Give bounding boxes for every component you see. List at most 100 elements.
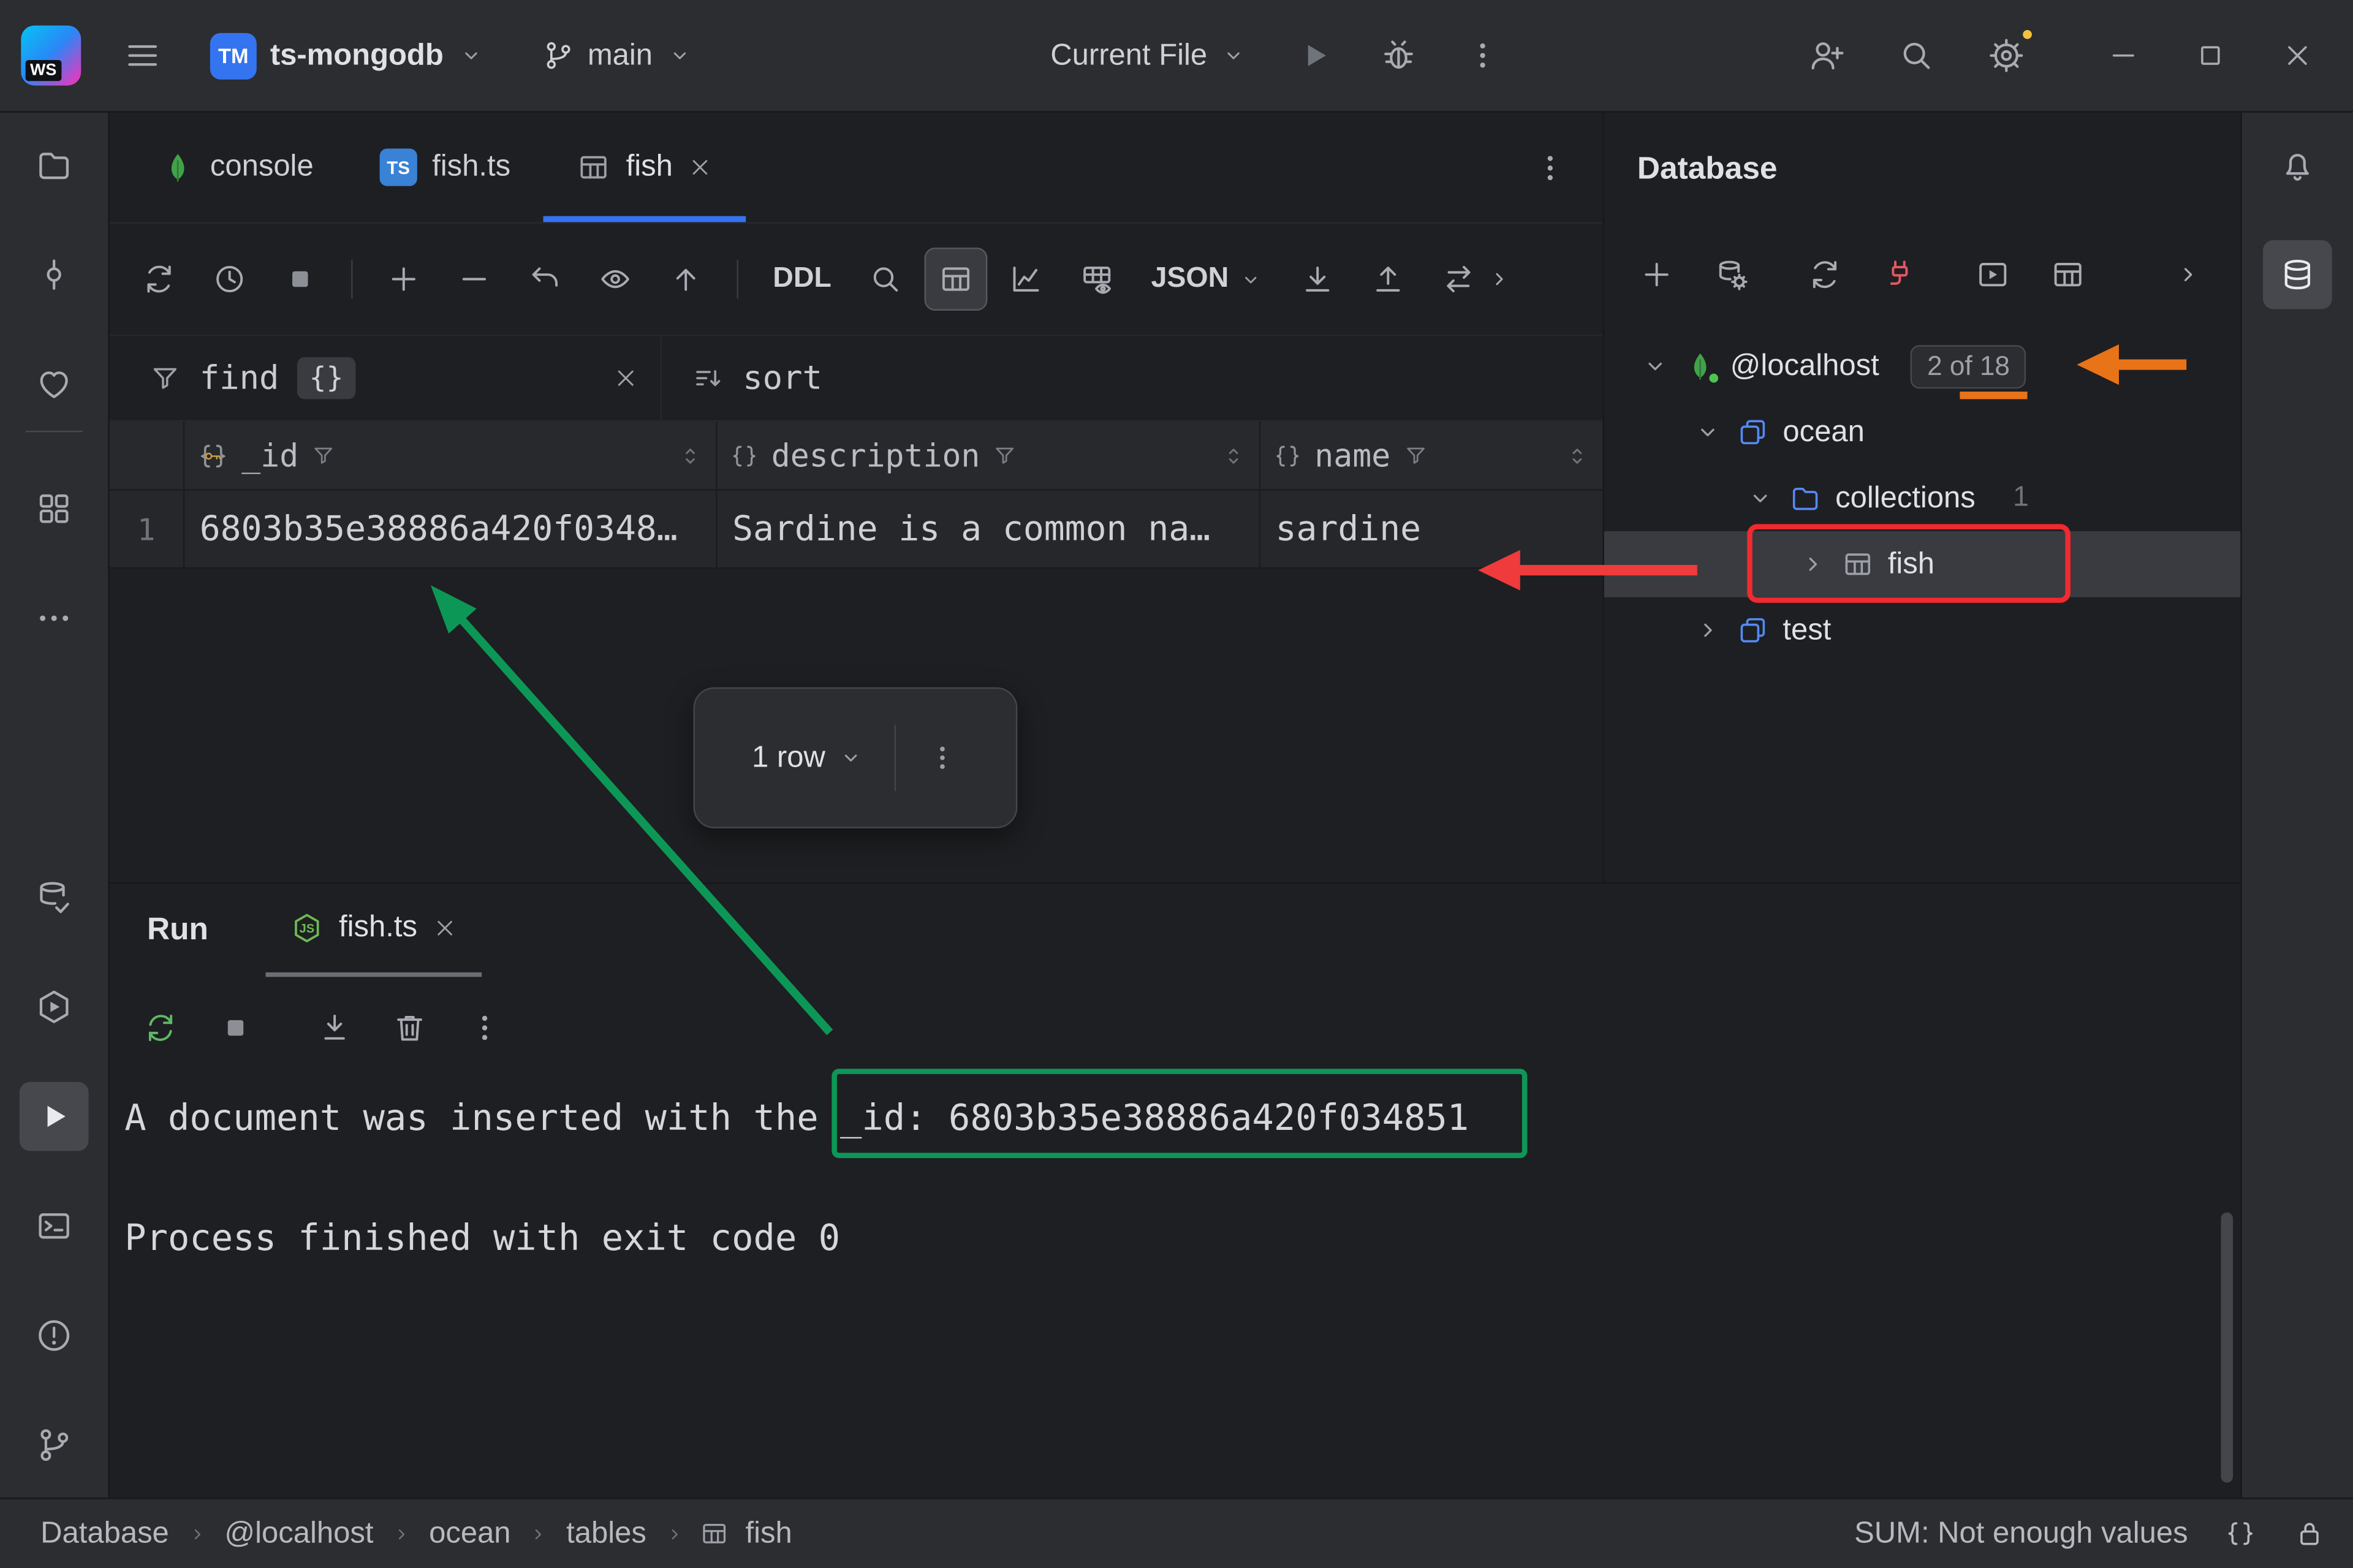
breadcrumb-ocean[interactable]: ocean: [426, 1513, 513, 1554]
tree-item-test[interactable]: test: [1604, 597, 2240, 664]
cell-id[interactable]: 6803b35e38886a420f0348…: [184, 491, 717, 567]
lock-icon[interactable]: [2293, 1517, 2326, 1550]
jump-to-console-button[interactable]: [1961, 243, 2025, 306]
main-menu-button[interactable]: [108, 21, 177, 90]
clear-output-button[interactable]: [377, 995, 443, 1061]
notifications-button[interactable]: [2263, 131, 2332, 200]
column-filter-icon[interactable]: [311, 442, 336, 468]
filter-section[interactable]: find {}: [110, 336, 662, 420]
console-scrollbar[interactable]: [2221, 1213, 2233, 1483]
stop-query-button[interactable]: [268, 248, 332, 311]
column-filter-icon[interactable]: [992, 442, 1018, 468]
reload-data-button[interactable]: [127, 248, 191, 311]
debug-button[interactable]: [1365, 21, 1434, 90]
chevron-down-icon[interactable]: [1640, 351, 1670, 381]
scroll-to-end-button[interactable]: [301, 995, 368, 1061]
run-tool-button[interactable]: [20, 1082, 89, 1151]
toolbar-overflow-button[interactable]: [1482, 248, 1515, 311]
project-tool-button[interactable]: [20, 131, 89, 200]
terminal-tool-button[interactable]: [20, 1191, 89, 1260]
services-tool-button[interactable]: [20, 972, 89, 1042]
settings-button[interactable]: [1972, 21, 2041, 90]
query-history-button[interactable]: [198, 248, 261, 311]
maximize-button[interactable]: [2176, 21, 2245, 90]
datasource-properties-button[interactable]: [1700, 243, 1764, 306]
cell-name[interactable]: sardine: [1260, 491, 1602, 567]
compare-button[interactable]: [1427, 248, 1490, 311]
sort-arrows-icon[interactable]: [1564, 442, 1591, 469]
cell-description[interactable]: Sardine is a common na…: [718, 491, 1261, 567]
import-data-button[interactable]: [1356, 248, 1419, 311]
column-header-id[interactable]: _id: [184, 422, 717, 489]
schema-count-badge[interactable]: 2 of 18: [1911, 344, 2026, 388]
run-tab-fish-ts[interactable]: fish.ts: [265, 884, 482, 977]
tree-item-localhost[interactable]: @localhost 2 of 18: [1604, 333, 2240, 400]
git-tool-button[interactable]: [20, 1411, 89, 1480]
more-tool-windows-button[interactable]: [20, 584, 89, 653]
tree-item-fish[interactable]: fish: [1604, 531, 2240, 597]
close-button[interactable]: [2263, 21, 2332, 90]
tab-fish[interactable]: fish: [544, 113, 746, 222]
problems-tool-button[interactable]: [20, 1301, 89, 1370]
disconnect-button[interactable]: [1868, 243, 1931, 306]
sort-arrows-icon[interactable]: [1220, 442, 1247, 469]
revert-changes-button[interactable]: [513, 248, 577, 311]
run-button[interactable]: [1281, 21, 1350, 90]
export-data-button[interactable]: [1286, 248, 1349, 311]
preview-changes-button[interactable]: [584, 248, 647, 311]
project-widget[interactable]: TM ts-mongodb: [192, 20, 502, 91]
breadcrumb-database[interactable]: Database: [37, 1513, 172, 1554]
tree-item-collections[interactable]: collections 1: [1604, 465, 2240, 531]
refresh-datasource-button[interactable]: [1794, 243, 1857, 306]
chevron-right-icon[interactable]: [1798, 549, 1828, 579]
tab-fish-ts[interactable]: TS fish.ts: [347, 113, 544, 222]
code-with-me-button[interactable]: [1792, 21, 1861, 90]
minimize-button[interactable]: [2089, 21, 2158, 90]
delete-row-button[interactable]: [442, 248, 506, 311]
run-configuration-selector[interactable]: Current File: [1033, 26, 1266, 85]
value-view-button[interactable]: [1066, 248, 1129, 311]
database-tool-button[interactable]: [2263, 240, 2332, 309]
column-header-description[interactable]: description: [718, 422, 1261, 489]
structure-tool-button[interactable]: [20, 474, 89, 543]
tab-console[interactable]: console: [127, 113, 346, 222]
tree-item-ocean[interactable]: ocean: [1604, 399, 2240, 465]
run-more-options-button[interactable]: [452, 995, 518, 1061]
breadcrumb-localhost[interactable]: @localhost: [222, 1513, 377, 1554]
chart-view-button[interactable]: [995, 248, 1058, 311]
sort-arrows-icon[interactable]: [676, 442, 703, 469]
format-selector[interactable]: JSON: [1136, 251, 1278, 308]
rerun-button[interactable]: [127, 995, 194, 1061]
sort-section[interactable]: sort: [662, 336, 1603, 420]
more-actions-button[interactable]: [1449, 21, 1518, 90]
clear-filter-icon[interactable]: [612, 365, 639, 392]
stop-button[interactable]: [203, 995, 269, 1061]
ddl-button[interactable]: DDL: [758, 251, 847, 308]
aggregate-sum-widget[interactable]: SUM: Not enough values: [1854, 1517, 2188, 1551]
submit-changes-button[interactable]: [654, 248, 718, 311]
add-row-button[interactable]: [372, 248, 435, 311]
rows-count-selector[interactable]: 1 row: [752, 741, 864, 775]
commit-tool-button[interactable]: [20, 240, 89, 309]
table-view-toggle[interactable]: [925, 248, 988, 311]
chevron-down-icon[interactable]: [1745, 483, 1775, 513]
braces-icon[interactable]: [2224, 1517, 2257, 1550]
new-datasource-button[interactable]: [1625, 243, 1688, 306]
find-in-grid-button[interactable]: [854, 248, 917, 311]
breadcrumb-tables[interactable]: tables: [563, 1513, 650, 1554]
close-tab-icon[interactable]: [432, 915, 458, 941]
database-changes-tool-button[interactable]: [20, 863, 89, 932]
filter-value-chip[interactable]: {}: [297, 357, 355, 400]
tab-options-button[interactable]: [1518, 136, 1582, 199]
plugin-tool-button[interactable]: [20, 350, 89, 419]
vcs-branch-widget[interactable]: main: [523, 26, 711, 85]
open-table-button[interactable]: [2036, 243, 2099, 306]
chevron-down-icon[interactable]: [1692, 417, 1722, 447]
panel-overflow-button[interactable]: [2156, 243, 2219, 306]
breadcrumb-fish[interactable]: fish: [743, 1513, 795, 1554]
pagination-options-button[interactable]: [926, 741, 959, 775]
chevron-right-icon[interactable]: [1692, 615, 1722, 645]
search-everywhere-button[interactable]: [1882, 21, 1951, 90]
column-filter-icon[interactable]: [1403, 442, 1428, 468]
column-header-name[interactable]: name: [1260, 422, 1602, 489]
